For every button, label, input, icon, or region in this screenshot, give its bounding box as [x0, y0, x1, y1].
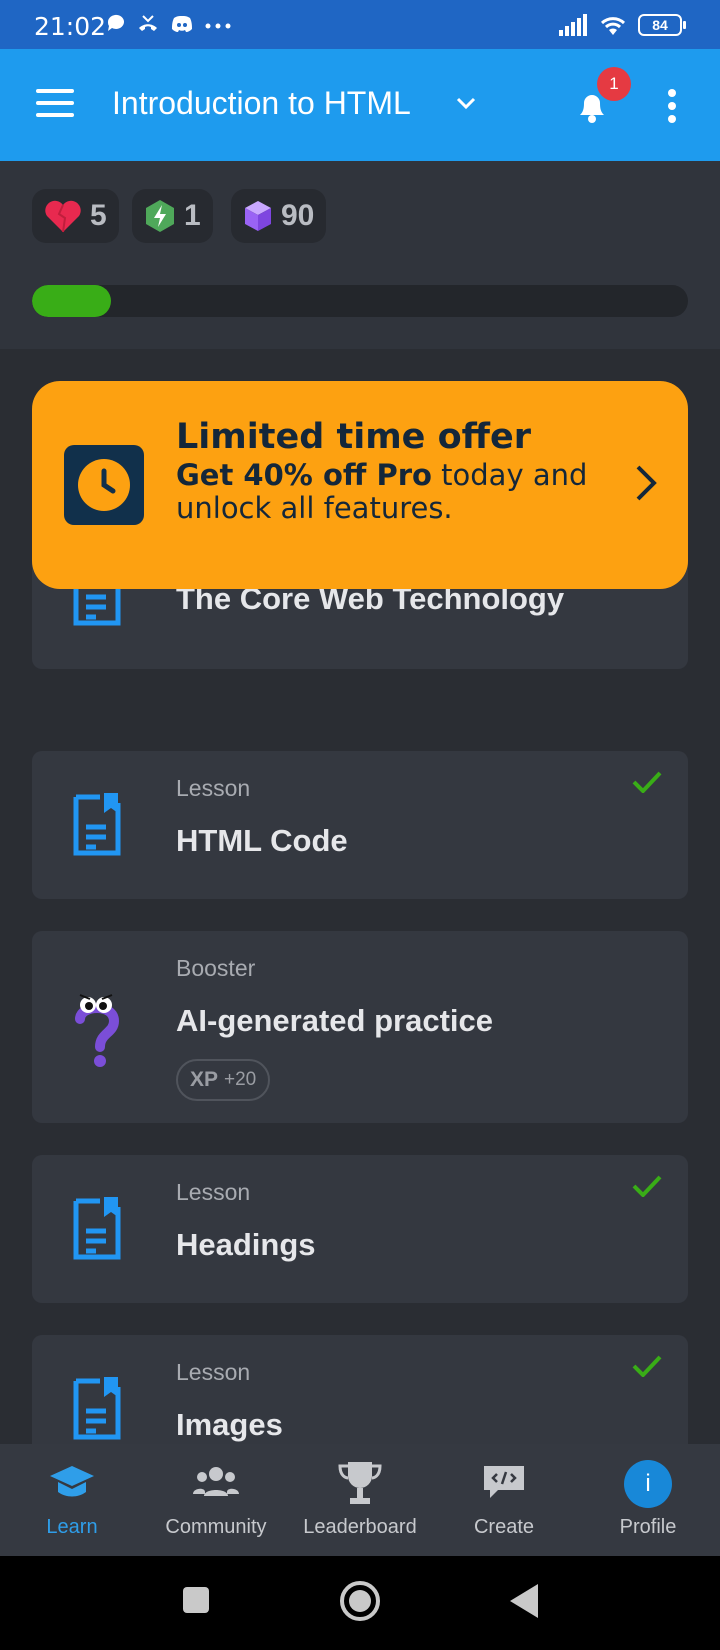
gem-cube-icon — [245, 201, 271, 231]
list-item[interactable]: Lesson Images — [32, 1335, 688, 1444]
item-title: HTML Code — [176, 823, 348, 858]
energy-chip[interactable]: 1 — [132, 189, 213, 243]
hearts-count: 5 — [90, 199, 107, 232]
item-title: Images — [176, 1407, 283, 1442]
discord-icon — [172, 16, 192, 32]
tab-label: Create — [473, 1516, 535, 1538]
question-mascot-icon — [75, 994, 120, 1067]
tab-label: Community — [165, 1516, 267, 1538]
item-title: Headings — [176, 1227, 316, 1262]
signal-icon — [559, 14, 587, 36]
status-notification-icons — [106, 14, 232, 34]
item-type: Lesson — [176, 1359, 251, 1385]
course-progress-bar — [32, 285, 688, 317]
item-title: AI-generated practice — [176, 1003, 493, 1038]
tab-community[interactable]: Community — [144, 1444, 288, 1556]
item-type: Booster — [176, 955, 256, 981]
course-progress-fill — [32, 285, 111, 317]
limited-offer-banner[interactable]: Limited time offer Get 40% off Pro today… — [32, 381, 688, 589]
lesson-document-icon — [73, 1197, 121, 1260]
lesson-document-icon — [73, 1377, 121, 1440]
hamburger-menu-icon[interactable] — [36, 89, 74, 119]
lesson-document-icon — [73, 793, 121, 856]
back-triangle-icon[interactable] — [508, 1582, 540, 1620]
home-circle-icon[interactable] — [339, 1580, 381, 1622]
wifi-icon — [600, 17, 626, 35]
app-bar: Introduction to HTML 1 — [0, 49, 720, 161]
status-time: 21:02 — [34, 12, 107, 41]
chevron-right-icon[interactable] — [634, 463, 660, 503]
people-icon — [193, 1467, 239, 1496]
item-type: Lesson — [176, 1179, 251, 1205]
more-dots-icon — [205, 23, 231, 29]
list-item[interactable]: Booster AI-generated practice XP +20 — [32, 931, 688, 1123]
graduation-cap-icon — [50, 1466, 94, 1497]
xp-reward-badge: XP +20 — [176, 1059, 271, 1101]
check-icon — [632, 1355, 662, 1377]
tab-learn[interactable]: Learn — [0, 1444, 144, 1556]
course-title[interactable]: Introduction to HTML — [112, 85, 411, 122]
xp-label: XP — [190, 1068, 219, 1091]
tab-label: Leaderboard — [303, 1516, 417, 1538]
avatar: i — [624, 1460, 672, 1508]
energy-count: 1 — [184, 199, 201, 232]
recents-square-icon[interactable] — [181, 1585, 211, 1615]
offer-description: Get 40% off Pro today and unlock all fea… — [176, 459, 606, 525]
offer-discount: Get 40% off Pro — [176, 458, 432, 492]
chevron-down-icon[interactable] — [454, 91, 478, 115]
check-icon — [632, 771, 662, 793]
xp-value: +20 — [224, 1069, 257, 1090]
check-icon — [632, 1175, 662, 1197]
stats-panel: 5 1 90 — [0, 161, 720, 349]
system-navigation-bar — [0, 1556, 720, 1650]
status-bar: 21:02 84 — [0, 0, 720, 49]
battery-indicator: 84 — [638, 14, 686, 36]
list-item[interactable]: Lesson Headings — [32, 1155, 688, 1303]
energy-bolt-icon — [146, 200, 174, 232]
offer-title: Limited time offer — [176, 417, 531, 457]
bottom-navigation: Learn Community Leaderboard Create i Pro… — [0, 1444, 720, 1556]
hearts-chip[interactable]: 5 — [32, 189, 119, 243]
gems-chip[interactable]: 90 — [231, 189, 327, 243]
code-bubble-icon — [484, 1466, 524, 1498]
gems-count: 90 — [281, 199, 315, 232]
missed-call-icon — [139, 15, 157, 31]
item-type: Lesson — [176, 775, 251, 801]
trophy-icon — [338, 1462, 382, 1504]
heart-icon — [45, 200, 81, 233]
list-item[interactable]: Lesson HTML Code — [32, 751, 688, 899]
notification-badge: 1 — [597, 67, 631, 101]
tab-label: Profile — [619, 1516, 677, 1538]
chat-bubble-icon — [107, 14, 124, 31]
clock-icon — [64, 445, 144, 525]
tab-profile[interactable]: i Profile — [576, 1444, 720, 1556]
tab-create[interactable]: Create — [432, 1444, 576, 1556]
tab-leaderboard[interactable]: Leaderboard — [288, 1444, 432, 1556]
status-system-icons: 84 — [558, 14, 686, 36]
more-vertical-icon[interactable] — [668, 89, 676, 128]
tab-label: Learn — [46, 1516, 98, 1538]
